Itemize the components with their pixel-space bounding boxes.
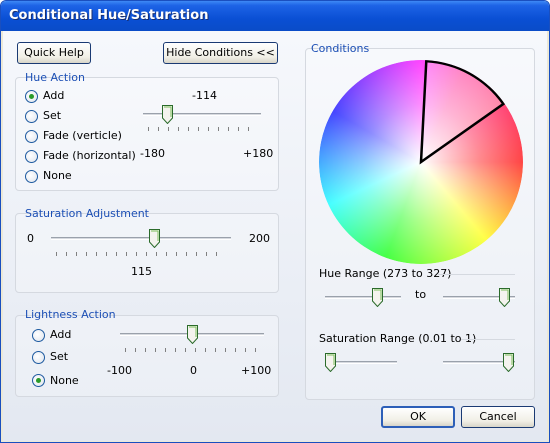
hue-option-fade-vertical[interactable]: Fade (verticle) [43, 129, 122, 142]
hue-option-add[interactable]: Add [43, 89, 64, 102]
hide-conditions-button[interactable]: Hide Conditions << [163, 42, 278, 64]
saturation-slider-thumb[interactable] [149, 229, 160, 248]
hue-radio-none[interactable] [25, 170, 38, 183]
lightness-min-label: -100 [107, 364, 132, 377]
lightness-radio-set[interactable] [32, 351, 45, 364]
saturation-max-label: 200 [249, 232, 270, 245]
saturation-range-separator [461, 339, 515, 340]
hue-value-readout: -114 [192, 89, 217, 102]
quick-help-button[interactable]: Quick Help [17, 42, 91, 64]
hue-radio-add[interactable] [25, 90, 38, 103]
hue-range-from-thumb[interactable] [372, 288, 383, 307]
conditions-title: Conditions [311, 42, 370, 55]
lightness-slider-thumb[interactable] [187, 325, 198, 344]
hue-range-separator [437, 274, 515, 275]
hue-option-set[interactable]: Set [43, 109, 61, 122]
saturation-value-readout: 115 [131, 265, 152, 278]
saturation-title: Saturation Adjustment [25, 207, 149, 220]
saturation-min-label: 0 [27, 232, 34, 245]
saturation-range-from-thumb[interactable] [325, 353, 336, 372]
hue-slider-thumb[interactable] [162, 105, 173, 124]
hue-max-label: +180 [243, 147, 274, 160]
saturation-slider-track[interactable] [51, 237, 231, 240]
hue-range-selection[interactable] [319, 60, 523, 264]
hue-action-title: Hue Action [25, 71, 85, 84]
hue-slider-track[interactable] [143, 113, 261, 116]
saturation-range-title: Saturation Range (0.01 to 1) [319, 332, 477, 345]
hue-radio-fade-vertical[interactable] [25, 130, 38, 143]
hue-range-to-thumb[interactable] [499, 288, 510, 307]
lightness-option-add[interactable]: Add [50, 328, 71, 341]
radio-selected-dot [36, 378, 41, 383]
hue-range-title: Hue Range (273 to 327) [319, 267, 452, 280]
hue-color-wheel[interactable] [319, 60, 523, 264]
radio-selected-dot [29, 94, 34, 99]
lightness-mid-label: 0 [190, 364, 197, 377]
lightness-radio-none[interactable] [32, 374, 45, 387]
lightness-title: Lightness Action [25, 308, 116, 321]
hue-radio-set[interactable] [25, 110, 38, 123]
cancel-button[interactable]: Cancel [461, 406, 535, 428]
hue-option-fade-horizontal[interactable]: Fade (horizontal) [43, 149, 136, 162]
saturation-range-to-thumb[interactable] [503, 353, 514, 372]
hue-range-to-label: to [415, 288, 427, 301]
saturation-slider-ticks [56, 252, 226, 256]
title-bar[interactable]: Conditional Hue/Saturation [1, 1, 549, 31]
hue-range-from-track[interactable] [325, 296, 401, 299]
hue-option-none[interactable]: None [43, 169, 72, 182]
lightness-option-none[interactable]: None [50, 374, 79, 387]
ok-button[interactable]: OK [381, 406, 455, 428]
hue-min-label: -180 [140, 147, 165, 160]
lightness-radio-add[interactable] [32, 329, 45, 342]
dialog-body: Quick Help Hide Conditions << Hue Action… [3, 31, 547, 441]
window-title: Conditional Hue/Saturation [9, 8, 209, 23]
hue-slider-ticks [148, 127, 258, 131]
lightness-slider-ticks [125, 348, 260, 352]
hue-radio-fade-horizontal[interactable] [25, 150, 38, 163]
lightness-option-set[interactable]: Set [50, 350, 68, 363]
dialog-window: Conditional Hue/Saturation Quick Help Hi… [0, 0, 550, 443]
lightness-max-label: +100 [241, 364, 272, 377]
